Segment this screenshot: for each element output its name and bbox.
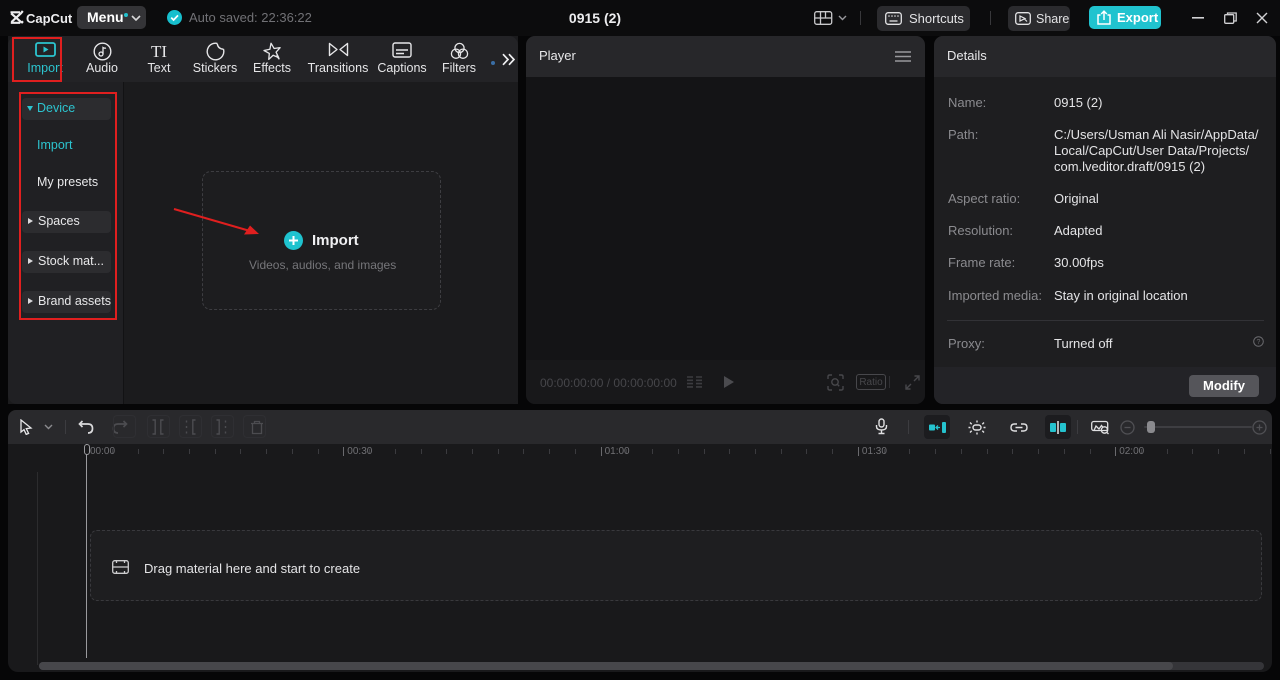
svg-text:?: ? bbox=[1257, 339, 1261, 346]
